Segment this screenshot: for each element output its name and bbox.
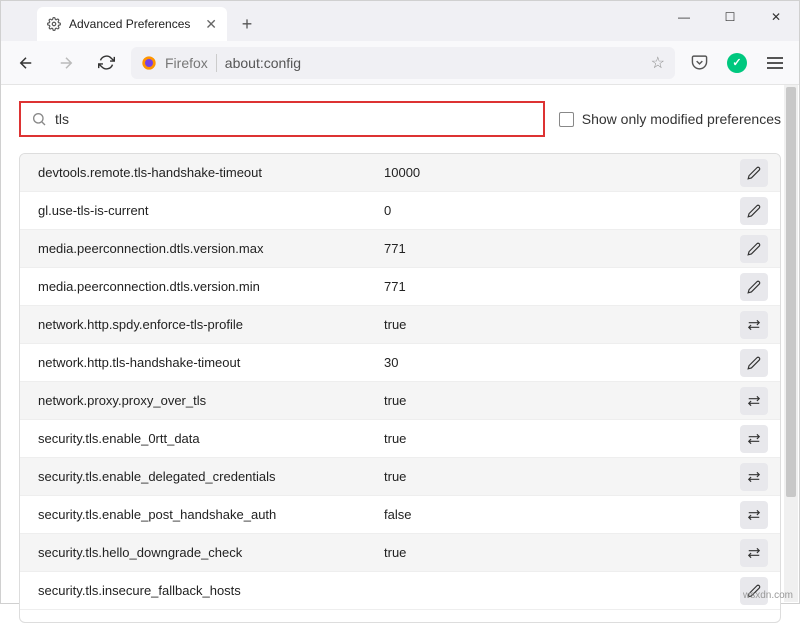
pref-row[interactable]: devtools.remote.tls-handshake-timeout100… bbox=[20, 154, 780, 192]
toggle-button[interactable] bbox=[740, 425, 768, 453]
gear-icon bbox=[47, 17, 61, 31]
preference-search-box[interactable] bbox=[19, 101, 545, 137]
edit-button[interactable] bbox=[740, 235, 768, 263]
pref-value: 771 bbox=[384, 279, 740, 294]
toggle-icon bbox=[747, 318, 761, 332]
preferences-scroll[interactable]: devtools.remote.tls-handshake-timeout100… bbox=[20, 154, 780, 622]
close-button[interactable]: ✕ bbox=[753, 1, 799, 33]
maximize-button[interactable]: ☐ bbox=[707, 1, 753, 33]
pref-name: security.tls.enable_0rtt_data bbox=[38, 431, 384, 446]
url-address: about:config bbox=[225, 55, 301, 71]
pref-row[interactable]: media.peerconnection.dtls.version.max771 bbox=[20, 230, 780, 268]
tab-title: Advanced Preferences bbox=[69, 17, 190, 31]
pref-value: true bbox=[384, 469, 740, 484]
tab-close-icon[interactable]: ✕ bbox=[205, 16, 217, 33]
pref-row[interactable]: security.tls.enable_0rtt_datatrue bbox=[20, 420, 780, 458]
show-modified-checkbox[interactable]: Show only modified preferences bbox=[559, 111, 781, 127]
toggle-button[interactable] bbox=[740, 311, 768, 339]
pref-value: 0 bbox=[384, 203, 740, 218]
pref-name: security.tls.hello_downgrade_check bbox=[38, 545, 384, 560]
url-separator bbox=[216, 54, 217, 72]
pref-value: 30 bbox=[384, 355, 740, 370]
pref-name: security.tls.insecure_fallback_hosts bbox=[38, 583, 384, 598]
edit-button[interactable] bbox=[740, 349, 768, 377]
pref-value: 10000 bbox=[384, 165, 740, 180]
pref-name: media.peerconnection.dtls.version.max bbox=[38, 241, 384, 256]
reload-button[interactable] bbox=[91, 48, 121, 78]
pencil-icon bbox=[747, 204, 761, 218]
firefox-icon bbox=[141, 55, 157, 71]
pref-value: true bbox=[384, 545, 740, 560]
pref-row[interactable]: security.tls.insecure_fallback_hosts bbox=[20, 572, 780, 610]
pref-row[interactable]: gl.use-tls-is-current0 bbox=[20, 192, 780, 230]
pref-row[interactable]: security.tls.enable_post_handshake_authf… bbox=[20, 496, 780, 534]
pref-row[interactable]: security.tls.enable_delegated_credential… bbox=[20, 458, 780, 496]
pref-name: network.proxy.proxy_over_tls bbox=[38, 393, 384, 408]
pref-value: false bbox=[384, 507, 740, 522]
forward-button[interactable] bbox=[51, 48, 81, 78]
search-row: Show only modified preferences bbox=[1, 85, 799, 149]
extension-icon[interactable]: ✓ bbox=[723, 49, 751, 77]
edit-button[interactable] bbox=[740, 273, 768, 301]
watermark: wsxdn.com bbox=[743, 590, 793, 601]
edit-button[interactable] bbox=[740, 197, 768, 225]
toggle-button[interactable] bbox=[740, 463, 768, 491]
pref-row[interactable]: security.tls.hello_downgrade_checktrue bbox=[20, 534, 780, 572]
pref-name: security.tls.enable_post_handshake_auth bbox=[38, 507, 384, 522]
pref-row[interactable]: media.peerconnection.dtls.version.min771 bbox=[20, 268, 780, 306]
pref-name: network.http.tls-handshake-timeout bbox=[38, 355, 384, 370]
pencil-icon bbox=[747, 242, 761, 256]
pencil-icon bbox=[747, 166, 761, 180]
scrollbar-track[interactable] bbox=[784, 85, 798, 602]
pref-row[interactable]: network.http.spdy.enforce-tls-profiletru… bbox=[20, 306, 780, 344]
minimize-button[interactable]: ― bbox=[661, 1, 707, 33]
titlebar: Advanced Preferences ✕ + ― ☐ ✕ bbox=[1, 1, 799, 41]
toggle-icon bbox=[747, 546, 761, 560]
toggle-button[interactable] bbox=[740, 539, 768, 567]
search-icon bbox=[31, 111, 47, 127]
new-tab-button[interactable]: + bbox=[233, 10, 261, 38]
pocket-icon[interactable] bbox=[685, 49, 713, 77]
toggle-icon bbox=[747, 432, 761, 446]
toolbar: Firefox about:config ☆ ✓ bbox=[1, 41, 799, 85]
pref-name: media.peerconnection.dtls.version.min bbox=[38, 279, 384, 294]
back-button[interactable] bbox=[11, 48, 41, 78]
toggle-icon bbox=[747, 508, 761, 522]
edit-button[interactable] bbox=[740, 159, 768, 187]
pref-name: gl.use-tls-is-current bbox=[38, 203, 384, 218]
pref-value: true bbox=[384, 393, 740, 408]
pencil-icon bbox=[747, 356, 761, 370]
pref-row[interactable]: network.http.tls-handshake-timeout30 bbox=[20, 344, 780, 382]
url-bar[interactable]: Firefox about:config ☆ bbox=[131, 47, 675, 79]
bookmark-star-icon[interactable]: ☆ bbox=[651, 53, 665, 73]
url-context-label: Firefox bbox=[165, 55, 208, 71]
pref-name: network.http.spdy.enforce-tls-profile bbox=[38, 317, 384, 332]
toggle-button[interactable] bbox=[740, 387, 768, 415]
browser-tab[interactable]: Advanced Preferences ✕ bbox=[37, 7, 227, 41]
pencil-icon bbox=[747, 280, 761, 294]
preference-search-input[interactable] bbox=[55, 111, 533, 127]
pref-value: true bbox=[384, 317, 740, 332]
toggle-icon bbox=[747, 470, 761, 484]
toggle-button[interactable] bbox=[740, 501, 768, 529]
preferences-list: devtools.remote.tls-handshake-timeout100… bbox=[19, 153, 781, 623]
pref-value: 771 bbox=[384, 241, 740, 256]
checkbox-box bbox=[559, 112, 574, 127]
scrollbar-thumb[interactable] bbox=[786, 87, 796, 497]
pref-row[interactable]: network.proxy.proxy_over_tlstrue bbox=[20, 382, 780, 420]
toggle-icon bbox=[747, 394, 761, 408]
menu-button[interactable] bbox=[761, 49, 789, 77]
show-modified-label: Show only modified preferences bbox=[582, 111, 781, 127]
pref-name: devtools.remote.tls-handshake-timeout bbox=[38, 165, 384, 180]
window-controls: ― ☐ ✕ bbox=[661, 1, 799, 33]
pref-value: true bbox=[384, 431, 740, 446]
pref-name: security.tls.enable_delegated_credential… bbox=[38, 469, 384, 484]
